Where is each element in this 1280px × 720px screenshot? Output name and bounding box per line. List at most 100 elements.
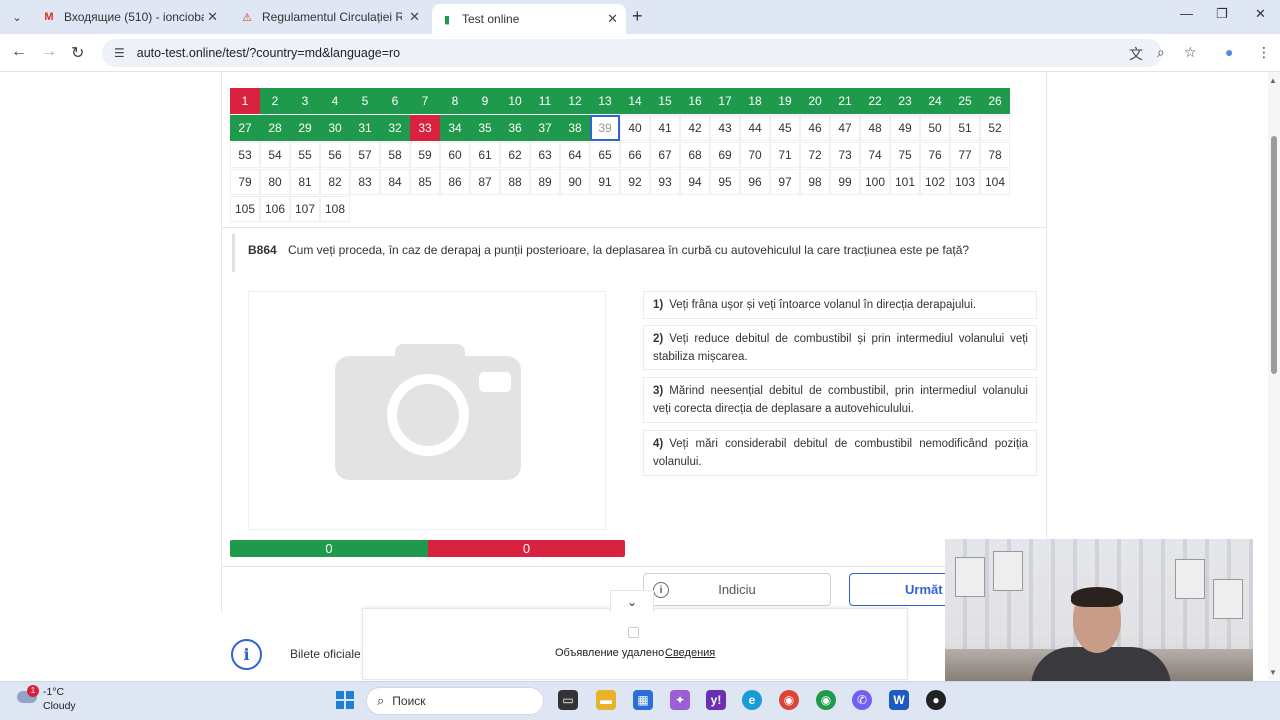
url-field[interactable]: ☰ auto-test.online/test/?country=md&lang… xyxy=(102,39,1162,67)
forward-icon[interactable]: → xyxy=(41,43,57,61)
question-number-50[interactable]: 50 xyxy=(920,115,950,141)
question-number-56[interactable]: 56 xyxy=(320,142,350,168)
question-number-21[interactable]: 21 xyxy=(830,88,860,114)
answer-option-4[interactable]: 4) Veți mări considerabil debitul de comb… xyxy=(643,430,1037,476)
question-number-49[interactable]: 49 xyxy=(890,115,920,141)
hint-button[interactable]: i Indiciu xyxy=(643,573,831,606)
bookmark-star-icon[interactable]: ☆ xyxy=(1184,44,1197,61)
answer-option-1[interactable]: 1) Veți frâna ușor și veți întoarce volan… xyxy=(643,291,1037,319)
scrollbar-thumb[interactable] xyxy=(1271,136,1277,374)
question-number-97[interactable]: 97 xyxy=(770,169,800,195)
word-icon[interactable]: W xyxy=(889,690,909,710)
question-number-90[interactable]: 90 xyxy=(560,169,590,195)
copilot-icon[interactable]: ✦ xyxy=(670,690,690,710)
tab-inbox[interactable]: M Входящие (510) - ionciobanu1 ✕ xyxy=(34,4,226,30)
close-window-icon[interactable]: ✕ xyxy=(1255,6,1266,22)
question-number-51[interactable]: 51 xyxy=(950,115,980,141)
question-number-54[interactable]: 54 xyxy=(260,142,290,168)
question-number-45[interactable]: 45 xyxy=(770,115,800,141)
question-number-53[interactable]: 53 xyxy=(230,142,260,168)
translate-icon[interactable]: 文 xyxy=(1129,44,1143,64)
question-number-46[interactable]: 46 xyxy=(800,115,830,141)
ad-details-link[interactable]: Сведения xyxy=(665,647,715,659)
question-number-68[interactable]: 68 xyxy=(680,142,710,168)
question-number-79[interactable]: 79 xyxy=(230,169,260,195)
question-number-73[interactable]: 73 xyxy=(830,142,860,168)
question-number-89[interactable]: 89 xyxy=(530,169,560,195)
question-number-96[interactable]: 96 xyxy=(740,169,770,195)
app-icon[interactable]: ● xyxy=(926,690,946,710)
question-number-59[interactable]: 59 xyxy=(410,142,440,168)
store-icon[interactable]: ▦ xyxy=(633,690,653,710)
question-number-57[interactable]: 57 xyxy=(350,142,380,168)
question-number-38[interactable]: 38 xyxy=(560,115,590,141)
question-number-66[interactable]: 66 xyxy=(620,142,650,168)
question-number-65[interactable]: 65 xyxy=(590,142,620,168)
viber-icon[interactable]: ✆ xyxy=(852,690,872,710)
task-view-icon[interactable]: ▭ xyxy=(558,690,578,710)
yahoo-icon[interactable]: y! xyxy=(706,690,726,710)
question-number-52[interactable]: 52 xyxy=(980,115,1010,141)
tab-test-online[interactable]: ▮ Test online ✕ xyxy=(432,4,626,34)
question-number-47[interactable]: 47 xyxy=(830,115,860,141)
question-number-91[interactable]: 91 xyxy=(590,169,620,195)
question-number-104[interactable]: 104 xyxy=(980,169,1010,195)
question-number-76[interactable]: 76 xyxy=(920,142,950,168)
answer-option-2[interactable]: 2) Veți reduce debitul de combustibil și … xyxy=(643,325,1037,370)
question-number-28[interactable]: 28 xyxy=(260,115,290,141)
scroll-up-icon[interactable]: ▲ xyxy=(1269,76,1277,85)
question-number-106[interactable]: 106 xyxy=(260,196,290,222)
question-number-44[interactable]: 44 xyxy=(740,115,770,141)
question-number-1[interactable]: 1 xyxy=(230,88,260,114)
question-number-20[interactable]: 20 xyxy=(800,88,830,114)
minimize-icon[interactable]: — xyxy=(1180,6,1193,21)
question-number-16[interactable]: 16 xyxy=(680,88,710,114)
question-number-61[interactable]: 61 xyxy=(470,142,500,168)
taskbar-search[interactable]: ⌕ Поиск xyxy=(366,687,544,715)
question-number-14[interactable]: 14 xyxy=(620,88,650,114)
question-number-81[interactable]: 81 xyxy=(290,169,320,195)
question-number-27[interactable]: 27 xyxy=(230,115,260,141)
question-number-72[interactable]: 72 xyxy=(800,142,830,168)
question-number-87[interactable]: 87 xyxy=(470,169,500,195)
question-number-41[interactable]: 41 xyxy=(650,115,680,141)
question-number-29[interactable]: 29 xyxy=(290,115,320,141)
question-number-10[interactable]: 10 xyxy=(500,88,530,114)
close-tab-icon[interactable]: ✕ xyxy=(409,9,420,25)
question-number-6[interactable]: 6 xyxy=(380,88,410,114)
question-number-67[interactable]: 67 xyxy=(650,142,680,168)
question-number-62[interactable]: 62 xyxy=(500,142,530,168)
question-number-63[interactable]: 63 xyxy=(530,142,560,168)
question-number-94[interactable]: 94 xyxy=(680,169,710,195)
close-tab-icon[interactable]: ✕ xyxy=(207,9,218,25)
scroll-down-icon[interactable]: ▼ xyxy=(1269,668,1277,677)
edge-icon[interactable]: e xyxy=(742,690,762,710)
question-number-39[interactable]: 39 xyxy=(590,115,620,141)
question-number-105[interactable]: 105 xyxy=(230,196,260,222)
question-number-102[interactable]: 102 xyxy=(920,169,950,195)
question-number-31[interactable]: 31 xyxy=(350,115,380,141)
question-number-108[interactable]: 108 xyxy=(320,196,350,222)
question-number-58[interactable]: 58 xyxy=(380,142,410,168)
question-number-99[interactable]: 99 xyxy=(830,169,860,195)
question-number-24[interactable]: 24 xyxy=(920,88,950,114)
question-number-64[interactable]: 64 xyxy=(560,142,590,168)
profile-avatar-icon[interactable]: ● xyxy=(1225,44,1233,60)
question-number-101[interactable]: 101 xyxy=(890,169,920,195)
question-number-22[interactable]: 22 xyxy=(860,88,890,114)
chrome-profile-icon[interactable]: ◉ xyxy=(816,690,836,710)
question-number-17[interactable]: 17 xyxy=(710,88,740,114)
question-number-55[interactable]: 55 xyxy=(290,142,320,168)
question-number-92[interactable]: 92 xyxy=(620,169,650,195)
question-number-71[interactable]: 71 xyxy=(770,142,800,168)
question-number-5[interactable]: 5 xyxy=(350,88,380,114)
question-number-74[interactable]: 74 xyxy=(860,142,890,168)
question-number-8[interactable]: 8 xyxy=(440,88,470,114)
question-number-25[interactable]: 25 xyxy=(950,88,980,114)
question-number-9[interactable]: 9 xyxy=(470,88,500,114)
question-number-15[interactable]: 15 xyxy=(650,88,680,114)
question-number-78[interactable]: 78 xyxy=(980,142,1010,168)
tab-search-dropdown-icon[interactable]: ⌄ xyxy=(8,8,26,26)
question-number-3[interactable]: 3 xyxy=(290,88,320,114)
new-tab-icon[interactable]: + xyxy=(632,6,643,27)
